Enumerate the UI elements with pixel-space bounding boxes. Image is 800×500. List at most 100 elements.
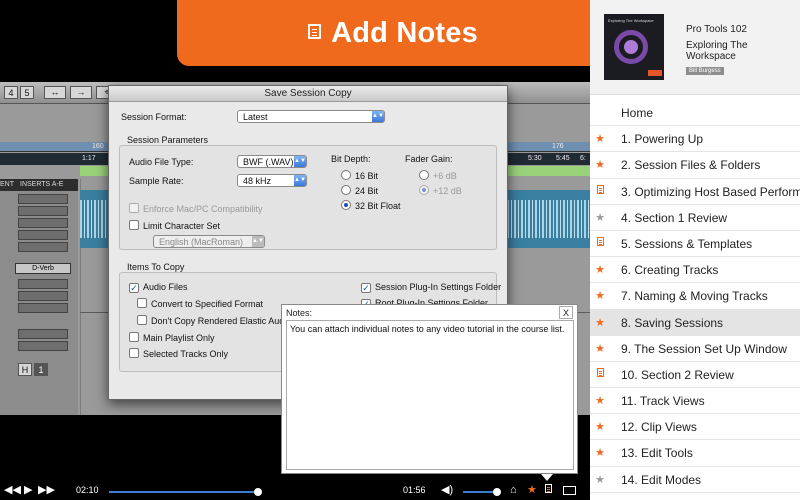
notes-popup: Notes: X You can attach individual notes… — [281, 304, 578, 474]
dont-copy-elastic-checkbox[interactable]: Don't Copy Rendered Elastic Audi — [137, 315, 286, 326]
fader-gain-12db[interactable]: +12 dB — [419, 185, 462, 196]
lesson-item[interactable]: ★ 13. Edit Tools — [590, 440, 800, 467]
track-header-left: ENT — [0, 181, 14, 188]
course-panel: Exploring The Workspace Pro Tools 102 Ex… — [590, 0, 800, 500]
lesson-label: 13. Edit Tools — [621, 446, 693, 461]
star-icon: ★ — [595, 290, 605, 303]
scrub-bar[interactable] — [109, 488, 262, 496]
lesson-label: 11. Track Views — [621, 394, 705, 409]
time-mark: 5:30 — [528, 155, 542, 162]
fader-gain-6db[interactable]: +6 dB — [419, 170, 457, 181]
ruler-mark: 160 — [92, 143, 104, 150]
video-player[interactable]: 4 5 ↔ → ⌖ 160 176 1:17 5:30 5:45 6: ENT … — [0, 0, 590, 500]
lesson-label: 1. Powering Up — [621, 132, 704, 147]
star-icon: ★ — [595, 473, 605, 486]
banner-title: Add Notes — [331, 17, 478, 49]
home-icon[interactable]: ⌂ — [510, 484, 517, 496]
sample-rate-select[interactable]: 48 kHz ▲▼ — [237, 174, 307, 187]
convert-format-checkbox[interactable]: Convert to Specified Format — [137, 298, 263, 309]
volume-handle[interactable] — [493, 488, 502, 496]
ruler-mark: 176 — [552, 143, 564, 150]
lesson-item[interactable]: ★ 4. Section 1 Review — [590, 205, 800, 231]
course-code: Pro Tools 102 — [686, 24, 747, 35]
limit-charset-checkbox[interactable]: Limit Character Set — [129, 220, 220, 231]
time-mark: 1:17 — [82, 155, 96, 162]
forward-icon[interactable]: ▶▶ — [38, 484, 55, 496]
insert-slot — [18, 230, 68, 240]
scrub-progress — [109, 491, 258, 493]
insert-slot — [18, 194, 68, 204]
notes-close-button[interactable]: X — [559, 306, 573, 319]
lesson-label: 7. Naming & Moving Tracks — [621, 289, 768, 304]
selected-tracks-checkbox[interactable]: Selected Tracks Only — [129, 348, 228, 359]
checkbox-icon — [129, 348, 139, 358]
lesson-item[interactable]: ★ 9. The Session Set Up Window — [590, 336, 800, 362]
lesson-label: 8. Saving Sessions — [621, 315, 724, 330]
nudge-tool-icon: → — [70, 86, 92, 99]
lesson-item[interactable]: ★ 1. Powering Up — [590, 126, 800, 153]
notes-icon[interactable] — [545, 484, 552, 496]
main-playlist-label: Main Playlist Only — [143, 333, 215, 343]
note-icon — [593, 236, 607, 249]
course-thumbnail[interactable]: Exploring The Workspace — [604, 14, 664, 80]
insert-slot — [18, 291, 68, 301]
volume-slider[interactable] — [463, 488, 502, 496]
volume-icon[interactable]: ◀) — [441, 484, 453, 496]
dverb-insert: D-Verb — [15, 263, 71, 274]
lesson-item[interactable]: ★ 6. Creating Tracks — [590, 257, 800, 284]
session-params-label: Session Parameters — [127, 135, 209, 145]
insert-slot — [18, 341, 68, 351]
rewind-icon[interactable]: ◀◀ — [4, 484, 21, 496]
track-button-h: H — [18, 363, 32, 376]
radio-selected-icon — [341, 200, 351, 210]
session-format-value: Latest — [243, 112, 268, 122]
time-mark: 6: — [580, 155, 586, 162]
bit-depth-32-float[interactable]: 32 Bit Float — [341, 200, 401, 211]
bit-depth-24[interactable]: 24 Bit — [341, 185, 378, 196]
lesson-label: 3. Optimizing Host Based Performa — [621, 184, 800, 199]
lesson-item[interactable]: ★ 7. Naming & Moving Tracks — [590, 283, 800, 310]
checkmark-icon: ✓ — [361, 283, 371, 293]
character-set-select[interactable]: English (MacRoman) ▲▼ — [153, 235, 265, 248]
play-icon[interactable]: ▶ — [24, 484, 32, 496]
lesson-label: Home — [621, 106, 654, 120]
course-header: Exploring The Workspace Pro Tools 102 Ex… — [590, 0, 800, 95]
lesson-item[interactable]: ★ 11. Track Views — [590, 388, 800, 415]
lesson-item[interactable]: ★ 2. Session Files & Folders — [590, 152, 800, 179]
audio-file-type-select[interactable]: BWF (.WAV) ▲▼ — [237, 155, 307, 168]
lesson-item[interactable]: 10. Section 2 Review — [590, 362, 800, 389]
main-playlist-checkbox[interactable]: Main Playlist Only — [129, 332, 215, 343]
session-plugin-folder-label: Session Plug-In Settings Folder — [375, 282, 502, 292]
insert-slot — [18, 303, 68, 313]
audio-files-checkbox[interactable]: ✓ Audio Files — [129, 282, 188, 293]
mix-edit-column: ENT INSERTS A-E D-Verb H 1 — [0, 179, 78, 415]
insert-slot — [18, 329, 68, 339]
lesson-item[interactable]: Home — [590, 100, 800, 127]
bit-depth-24-label: 24 Bit — [355, 186, 379, 196]
lesson-label: 12. Clip Views — [621, 420, 697, 435]
session-plugin-folder-checkbox[interactable]: ✓ Session Plug-In Settings Folder — [361, 282, 501, 293]
session-format-select[interactable]: Latest ▲▼ — [237, 110, 385, 123]
lesson-item[interactable]: ★ 14. Edit Modes — [590, 467, 800, 493]
favorite-star-icon[interactable]: ★ — [527, 484, 537, 496]
checkbox-icon — [129, 220, 139, 230]
star-icon: ★ — [595, 264, 605, 277]
enforce-compat-checkbox[interactable]: Enforce Mac/PC Compatibility — [129, 203, 263, 214]
lesson-item[interactable]: 5. Sessions & Templates — [590, 231, 800, 258]
checkbox-icon — [129, 203, 139, 213]
radio-icon — [341, 170, 351, 180]
fullscreen-icon[interactable] — [563, 486, 576, 495]
fader-gain-6-label: +6 dB — [433, 171, 457, 181]
bit-depth-16[interactable]: 16 Bit — [341, 170, 378, 181]
notes-textarea[interactable]: You can attach individual notes to any v… — [286, 320, 574, 470]
lesson-item[interactable]: ★ 12. Clip Views — [590, 414, 800, 441]
dont-copy-elastic-label: Don't Copy Rendered Elastic Audi — [151, 316, 287, 326]
convert-format-label: Convert to Specified Format — [151, 299, 264, 309]
radio-selected-icon — [419, 185, 429, 195]
limit-charset-label: Limit Character Set — [143, 221, 221, 231]
scrub-handle[interactable] — [253, 488, 262, 496]
insert-slot — [18, 218, 68, 228]
lesson-item[interactable]: 3. Optimizing Host Based Performa — [590, 179, 800, 205]
lesson-item[interactable]: ★ 8. Saving Sessions — [590, 309, 800, 336]
select-arrows-icon: ▲▼ — [372, 111, 384, 122]
